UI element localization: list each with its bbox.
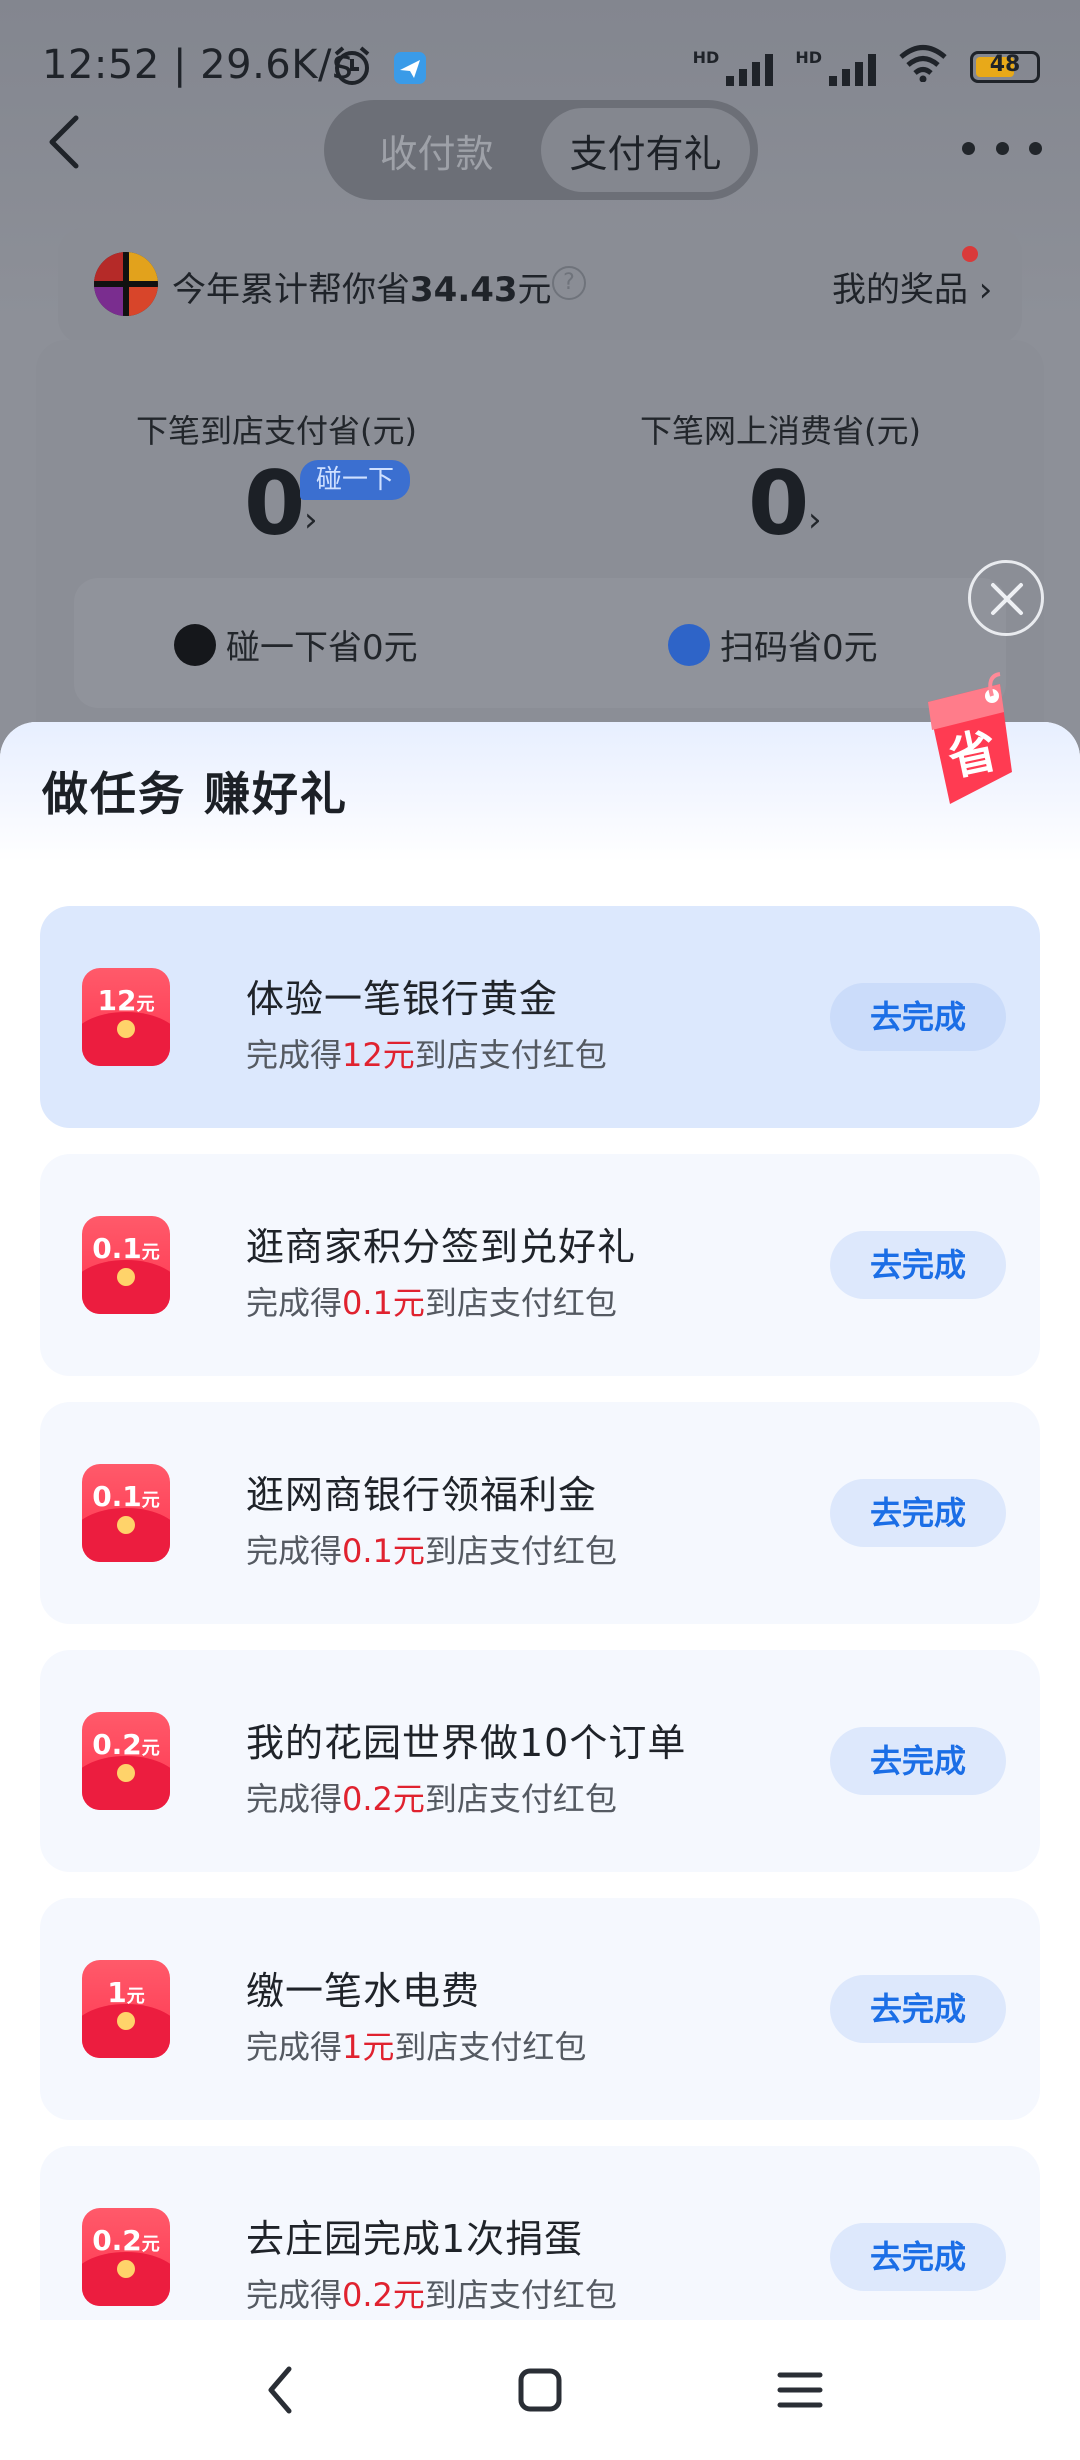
nav-home-button[interactable] xyxy=(500,2350,580,2430)
scan-code-icon xyxy=(668,623,710,666)
close-icon xyxy=(991,583,1023,615)
sheet-title: 做任务 赚好礼 xyxy=(42,767,349,821)
signal-icon: HD xyxy=(693,48,774,86)
task-reward-desc: 完成得0.1元到店支付红包 xyxy=(246,1532,617,1570)
red-envelope-icon: 1元 xyxy=(82,1960,170,2058)
tab-pay-rewards[interactable]: 支付有礼 xyxy=(541,108,750,192)
task-title: 去庄园完成1次捐蛋 xyxy=(246,2217,584,2261)
task-card[interactable]: 12元 体验一笔银行黄金完成得12元到店支付红包 去完成 xyxy=(40,906,1040,1128)
savings-text: 今年累计帮你省34.43元 xyxy=(172,270,552,310)
task-card[interactable]: 0.1元 逛商家积分签到兑好礼完成得0.1元到店支付红包 去完成 xyxy=(40,1154,1040,1376)
task-reward-desc: 完成得0.2元到店支付红包 xyxy=(246,2276,617,2314)
task-card[interactable]: 0.1元 逛网商银行领福利金完成得0.1元到店支付红包 去完成 xyxy=(40,1402,1040,1624)
go-complete-button[interactable]: 去完成 xyxy=(830,1479,1006,1547)
alarm-icon xyxy=(330,44,374,92)
scan-savings[interactable]: 扫码省0元 xyxy=(668,620,878,669)
task-card[interactable]: 0.2元 我的花园世界做10个订单完成得0.2元到店支付红包 去完成 xyxy=(40,1650,1040,1872)
red-envelope-icon: 0.2元 xyxy=(82,2208,170,2306)
savings-tag-icon: 省 xyxy=(888,672,1018,832)
status-icons: HD HD 48 xyxy=(693,44,1040,89)
close-sheet-button[interactable] xyxy=(968,560,1044,636)
go-complete-button[interactable]: 去完成 xyxy=(830,1727,1006,1795)
task-title: 逛商家积分签到兑好礼 xyxy=(246,1225,637,1269)
go-complete-button[interactable]: 去完成 xyxy=(830,1231,1006,1299)
chevron-right-icon: › xyxy=(808,500,822,540)
tab-receive-pay[interactable]: 收付款 xyxy=(332,108,541,192)
red-envelope-icon: 0.2元 xyxy=(82,1712,170,1810)
online-pay-label: 下笔网上消费省(元) xyxy=(640,412,921,450)
store-pay-value[interactable]: 0 xyxy=(244,452,305,555)
nav-back-button[interactable] xyxy=(240,2350,320,2430)
reward-amount: 0.2元 xyxy=(342,1780,425,1818)
back-button[interactable] xyxy=(44,112,104,188)
task-reward-desc: 完成得1元到店支付红包 xyxy=(246,2028,587,2066)
dot-icon xyxy=(995,141,1009,155)
red-envelope-icon: 0.1元 xyxy=(82,1464,170,1562)
reward-amount: 0.1元 xyxy=(342,1532,425,1570)
task-reward-desc: 完成得12元到店支付红包 xyxy=(246,1036,607,1074)
nav-menu-button[interactable] xyxy=(760,2350,840,2430)
dot-icon xyxy=(1029,141,1042,155)
help-icon[interactable]: ? xyxy=(552,266,586,300)
dot-icon xyxy=(962,141,975,155)
online-pay-value[interactable]: 0 xyxy=(748,452,809,555)
task-card[interactable]: 1元 缴一笔水电费完成得1元到店支付红包 去完成 xyxy=(40,1898,1040,2120)
system-nav-bar xyxy=(0,2320,1080,2460)
store-pay-label: 下笔到店支付省(元) xyxy=(136,412,417,450)
chevron-right-icon: › xyxy=(304,500,318,540)
savings-amount: 34.43 xyxy=(410,270,518,310)
my-prizes-link[interactable]: 我的奖品 › xyxy=(832,262,992,311)
go-complete-button[interactable]: 去完成 xyxy=(830,2223,1006,2291)
touch-pay-tag: 碰一下 xyxy=(300,460,410,500)
task-title: 缴一笔水电费 xyxy=(246,1969,481,2013)
task-reward-desc: 完成得0.1元到店支付红包 xyxy=(246,1284,617,1322)
battery-icon: 48 xyxy=(970,50,1040,83)
task-reward-desc: 完成得0.2元到店支付红包 xyxy=(246,1780,617,1818)
task-title: 体验一笔银行黄金 xyxy=(246,977,559,1021)
go-complete-button[interactable]: 去完成 xyxy=(830,983,1006,1051)
touch-pay-icon xyxy=(174,623,216,666)
reward-amount: 0.1元 xyxy=(342,1284,425,1322)
task-title: 逛网商银行领福利金 xyxy=(246,1473,598,1517)
avatar xyxy=(94,252,158,316)
touch-savings[interactable]: 碰一下省0元 xyxy=(174,620,418,669)
reward-amount: 12元 xyxy=(342,1036,415,1074)
reward-amount: 1元 xyxy=(342,2028,395,2066)
red-envelope-icon: 12元 xyxy=(82,968,170,1066)
app-notification-icon xyxy=(392,50,428,90)
task-title: 我的花园世界做10个订单 xyxy=(246,1721,687,1765)
go-complete-button[interactable]: 去完成 xyxy=(830,1975,1006,2043)
header-tab-switcher: 收付款 支付有礼 xyxy=(324,100,758,200)
more-options-button[interactable] xyxy=(962,128,1042,168)
wifi-icon xyxy=(898,44,948,89)
status-time: 12:52 | 29.6K/s xyxy=(42,42,354,88)
notification-dot xyxy=(962,246,978,262)
red-envelope-icon: 0.1元 xyxy=(82,1216,170,1314)
signal-icon-2: HD xyxy=(795,48,876,86)
reward-amount: 0.2元 xyxy=(342,2276,425,2314)
